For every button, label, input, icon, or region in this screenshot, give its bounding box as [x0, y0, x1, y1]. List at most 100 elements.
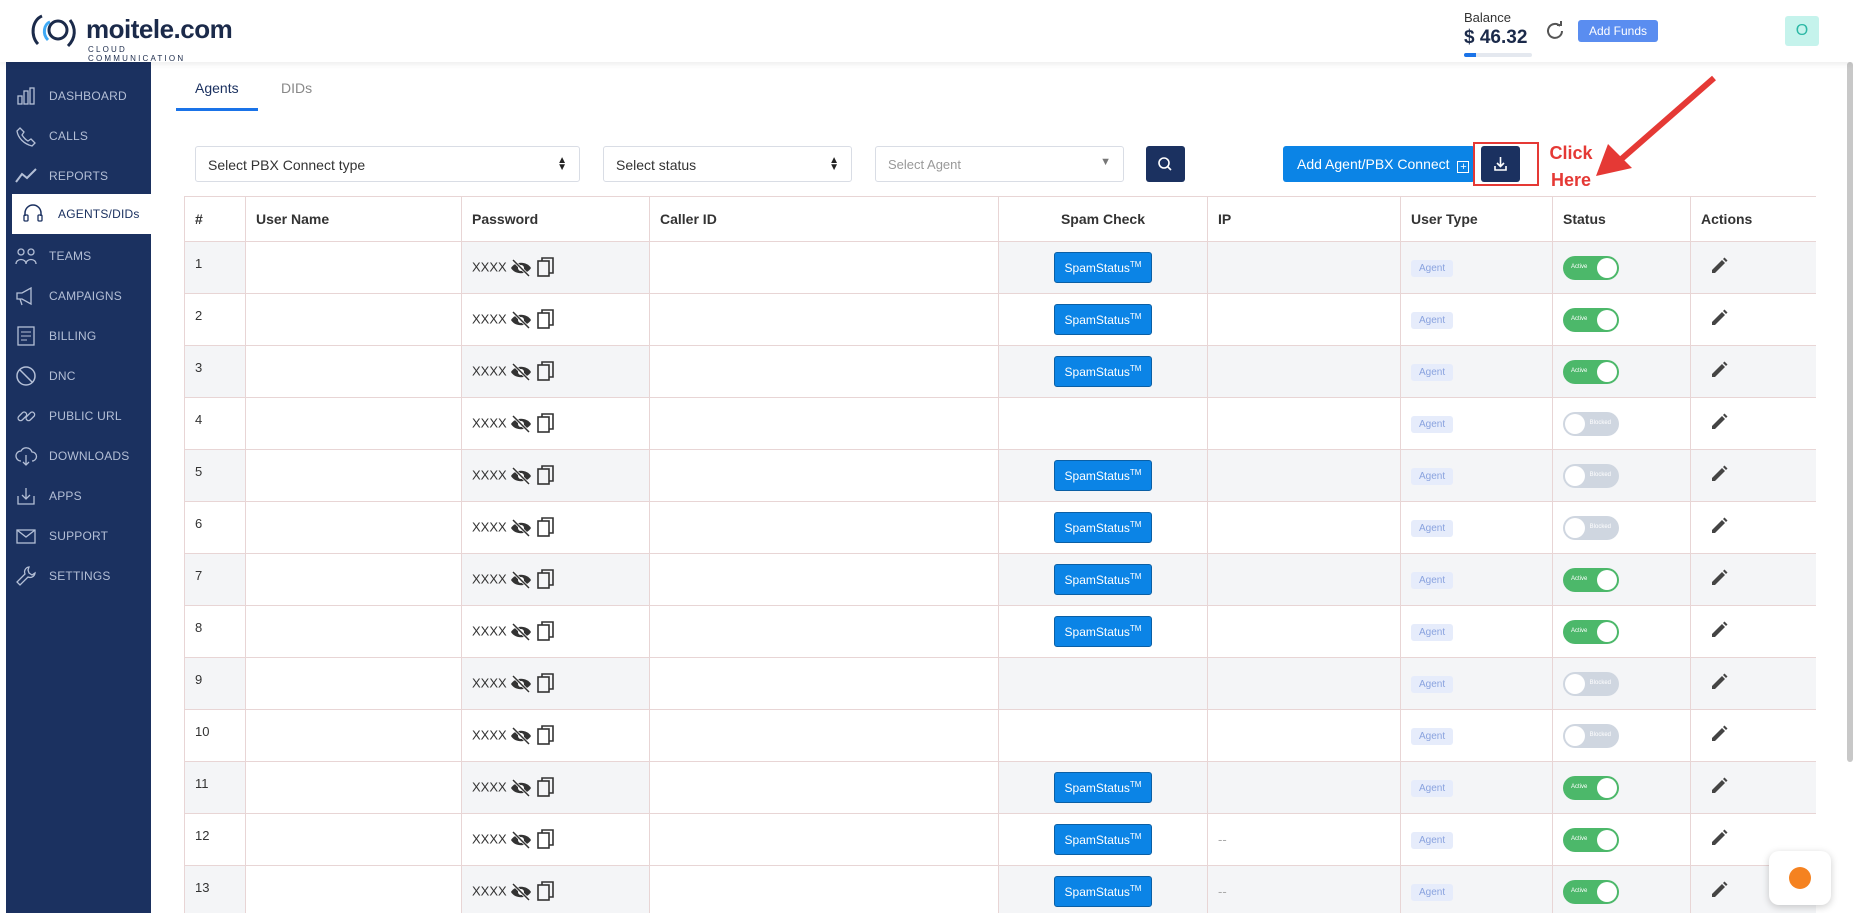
eye-slash-icon[interactable] — [510, 518, 532, 537]
edit-pencil-icon[interactable] — [1709, 620, 1729, 640]
agents-table: # User Name Password Caller ID Spam Chec… — [184, 196, 1816, 913]
edit-pencil-icon[interactable] — [1709, 256, 1729, 276]
copy-icon[interactable] — [536, 776, 556, 799]
copy-icon[interactable] — [536, 256, 556, 279]
eye-slash-icon[interactable] — [510, 882, 532, 901]
edit-pencil-icon[interactable] — [1709, 308, 1729, 328]
password-mask: XXXX — [472, 258, 507, 274]
status-toggle[interactable]: Blocked — [1563, 515, 1619, 540]
toggle-knob — [1597, 569, 1617, 590]
copy-icon[interactable] — [536, 568, 556, 591]
status-toggle[interactable]: Active — [1563, 359, 1619, 384]
logo[interactable]: moitele.com CLOUD COMMUNICATION — [28, 10, 233, 63]
status-toggle[interactable]: Active — [1563, 879, 1619, 904]
chat-widget-button[interactable] — [1769, 851, 1831, 905]
spam-status-button[interactable]: SpamStatusTM — [1053, 512, 1153, 543]
spam-status-button[interactable]: SpamStatusTM — [1053, 460, 1153, 491]
edit-pencil-icon[interactable] — [1709, 464, 1729, 484]
eye-slash-icon[interactable] — [510, 830, 532, 849]
eye-slash-icon[interactable] — [510, 310, 532, 329]
search-button[interactable] — [1146, 146, 1185, 182]
sidebar-item-calls[interactable]: CALLS — [6, 116, 151, 156]
spam-status-button[interactable]: SpamStatusTM — [1053, 824, 1153, 855]
copy-icon[interactable] — [536, 360, 556, 383]
eye-slash-icon[interactable] — [510, 466, 532, 485]
copy-icon[interactable] — [536, 620, 556, 643]
sidebar-item-settings[interactable]: SETTINGS — [6, 556, 151, 596]
status-toggle-label: Blocked — [1589, 471, 1611, 478]
toggle-knob — [1597, 621, 1617, 642]
spam-status-button[interactable]: SpamStatusTM — [1053, 876, 1153, 907]
edit-pencil-icon[interactable] — [1709, 828, 1729, 848]
sidebar-item-public-url[interactable]: PUBLIC URL — [6, 396, 151, 436]
spam-status-button[interactable]: SpamStatusTM — [1053, 304, 1153, 335]
agent-select[interactable]: Select Agent ▼ — [875, 146, 1124, 182]
avatar[interactable]: O — [1785, 16, 1819, 46]
edit-pencil-icon[interactable] — [1709, 516, 1729, 536]
eye-slash-icon[interactable] — [510, 570, 532, 589]
status-toggle[interactable]: Blocked — [1563, 463, 1619, 488]
sidebar-item-campaigns[interactable]: CAMPAIGNS — [6, 276, 151, 316]
refresh-icon[interactable] — [1545, 20, 1565, 40]
status-toggle[interactable]: Active — [1563, 307, 1619, 332]
cell-ip — [1207, 449, 1401, 502]
edit-pencil-icon[interactable] — [1709, 776, 1729, 796]
add-agent-button[interactable]: Add Agent/PBX Connect + — [1283, 146, 1475, 182]
sidebar-item-teams[interactable]: TEAMS — [6, 236, 151, 276]
status-select[interactable]: Select status ▲ ▼ — [603, 146, 852, 182]
status-toggle[interactable]: Blocked — [1563, 411, 1619, 436]
cell-ip — [1207, 761, 1401, 814]
add-funds-button[interactable]: Add Funds — [1578, 20, 1658, 42]
edit-pencil-icon[interactable] — [1709, 880, 1729, 900]
sidebar-item-billing[interactable]: BILLING — [6, 316, 151, 356]
sidebar-item-dashboard[interactable]: DASHBOARD — [6, 76, 151, 116]
eye-slash-icon[interactable] — [510, 414, 532, 433]
spam-status-label: SpamStatus — [1064, 261, 1130, 275]
sidebar-item-agents-dids[interactable]: AGENTS/DIDs — [12, 194, 151, 234]
edit-pencil-icon[interactable] — [1709, 672, 1729, 692]
sidebar-item-downloads[interactable]: DOWNLOADS — [6, 436, 151, 476]
eye-slash-icon[interactable] — [510, 674, 532, 693]
eye-slash-icon[interactable] — [510, 622, 532, 641]
eye-slash-icon[interactable] — [510, 362, 532, 381]
cell-password: XXXX — [461, 813, 650, 866]
copy-icon[interactable] — [536, 412, 556, 435]
copy-icon[interactable] — [536, 516, 556, 539]
status-toggle[interactable]: Blocked — [1563, 723, 1619, 748]
status-toggle[interactable]: Active — [1563, 255, 1619, 280]
copy-icon[interactable] — [536, 828, 556, 851]
edit-pencil-icon[interactable] — [1709, 724, 1729, 744]
cell-user-name — [245, 345, 462, 398]
edit-pencil-icon[interactable] — [1709, 360, 1729, 380]
spam-status-button[interactable]: SpamStatusTM — [1053, 564, 1153, 595]
eye-slash-icon[interactable] — [510, 778, 532, 797]
copy-icon[interactable] — [536, 724, 556, 747]
cell-spam-check: SpamStatusTM — [998, 501, 1208, 554]
status-toggle[interactable]: Active — [1563, 567, 1619, 592]
sidebar-item-support[interactable]: SUPPORT — [6, 516, 151, 556]
edit-pencil-icon[interactable] — [1709, 412, 1729, 432]
status-toggle[interactable]: Active — [1563, 619, 1619, 644]
spam-status-button[interactable]: SpamStatusTM — [1053, 356, 1153, 387]
page-scrollbar[interactable] — [1847, 62, 1853, 762]
edit-pencil-icon[interactable] — [1709, 568, 1729, 588]
eye-slash-icon[interactable] — [510, 726, 532, 745]
pbx-type-select[interactable]: Select PBX Connect type ▲ ▼ — [195, 146, 580, 182]
eye-slash-icon[interactable] — [510, 258, 532, 277]
status-toggle[interactable]: Blocked — [1563, 671, 1619, 696]
copy-icon[interactable] — [536, 464, 556, 487]
sidebar-item-reports[interactable]: REPORTS — [6, 156, 151, 196]
copy-icon[interactable] — [536, 880, 556, 903]
spam-status-button[interactable]: SpamStatusTM — [1053, 616, 1153, 647]
copy-icon[interactable] — [536, 672, 556, 695]
tab-agents[interactable]: Agents — [195, 80, 239, 96]
status-toggle[interactable]: Active — [1563, 775, 1619, 800]
password-mask: XXXX — [472, 414, 507, 430]
sidebar-item-dnc[interactable]: DNC — [6, 356, 151, 396]
status-toggle[interactable]: Active — [1563, 827, 1619, 852]
copy-icon[interactable] — [536, 308, 556, 331]
tab-dids[interactable]: DIDs — [281, 80, 312, 96]
sidebar-item-apps[interactable]: APPS — [6, 476, 151, 516]
spam-status-button[interactable]: SpamStatusTM — [1053, 772, 1153, 803]
spam-status-button[interactable]: SpamStatusTM — [1053, 252, 1153, 283]
